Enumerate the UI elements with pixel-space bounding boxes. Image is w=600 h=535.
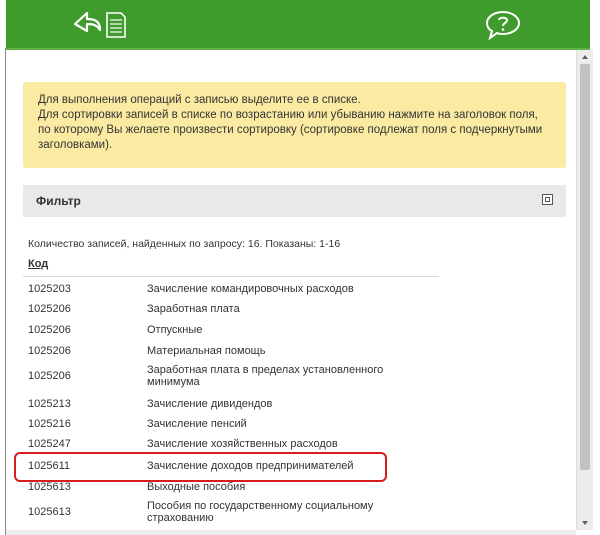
info-notice: Для выполнения операций с записью выдели…: [23, 82, 566, 168]
row-code: 1025206: [28, 370, 71, 382]
scroll-down-icon[interactable]: [577, 516, 593, 530]
notice-line-2: Для сортировки записей в списке по возра…: [38, 109, 543, 151]
highlighted-row-outline: [14, 452, 387, 482]
back-arrow-document-icon: [73, 11, 126, 38]
expand-icon[interactable]: [542, 194, 553, 205]
row-name: Зачисление хозяйственных расходов: [147, 438, 338, 450]
row-code: 1025613: [28, 506, 71, 518]
row-name: Пособия по государственному социальному …: [147, 500, 374, 524]
row-name: Отпускные: [147, 324, 203, 336]
filter-title: Фильтр: [36, 194, 81, 208]
row-code: 1025203: [28, 283, 71, 295]
toolbar-divider: [6, 48, 590, 50]
scroll-thumb[interactable]: [580, 64, 590, 470]
row-name: Зачисление пенсий: [147, 418, 247, 430]
row-name: Заработная плата в пределах установленно…: [147, 364, 384, 388]
row-code: 1025206: [28, 345, 71, 357]
row-code: 1025206: [28, 303, 71, 315]
header-divider: [23, 276, 439, 277]
row-code: 1025247: [28, 438, 71, 450]
row-code: 1025216: [28, 418, 71, 430]
row-name: Выходные пособия: [147, 481, 246, 493]
window-border: [5, 48, 6, 535]
row-name: Зачисление командировочных расходов: [147, 283, 354, 295]
notice-line-1: Для выполнения операций с записью выдели…: [38, 94, 361, 106]
help-button[interactable]: [480, 8, 526, 42]
filter-panel-header[interactable]: Фильтр: [23, 185, 566, 217]
row-code: 1025613: [28, 481, 71, 493]
horizontal-scrollbar[interactable]: [6, 530, 576, 535]
back-button[interactable]: [70, 8, 136, 42]
records-count: Количество записей, найденных по запросу…: [28, 238, 341, 250]
row-code: 1025213: [28, 398, 71, 410]
row-name: Заработная плата: [147, 303, 240, 315]
scroll-up-icon[interactable]: [577, 50, 593, 64]
row-name: Зачисление дивидендов: [147, 398, 273, 410]
row-code: 1025206: [28, 324, 71, 336]
help-speech-bubble-icon: [485, 10, 521, 41]
vertical-scrollbar[interactable]: [576, 50, 593, 530]
column-header-code[interactable]: Код: [28, 258, 48, 270]
app-window: Для выполнения операций с записью выдели…: [0, 0, 600, 535]
row-name: Материальная помощь: [147, 345, 266, 357]
toolbar: [6, 0, 590, 48]
